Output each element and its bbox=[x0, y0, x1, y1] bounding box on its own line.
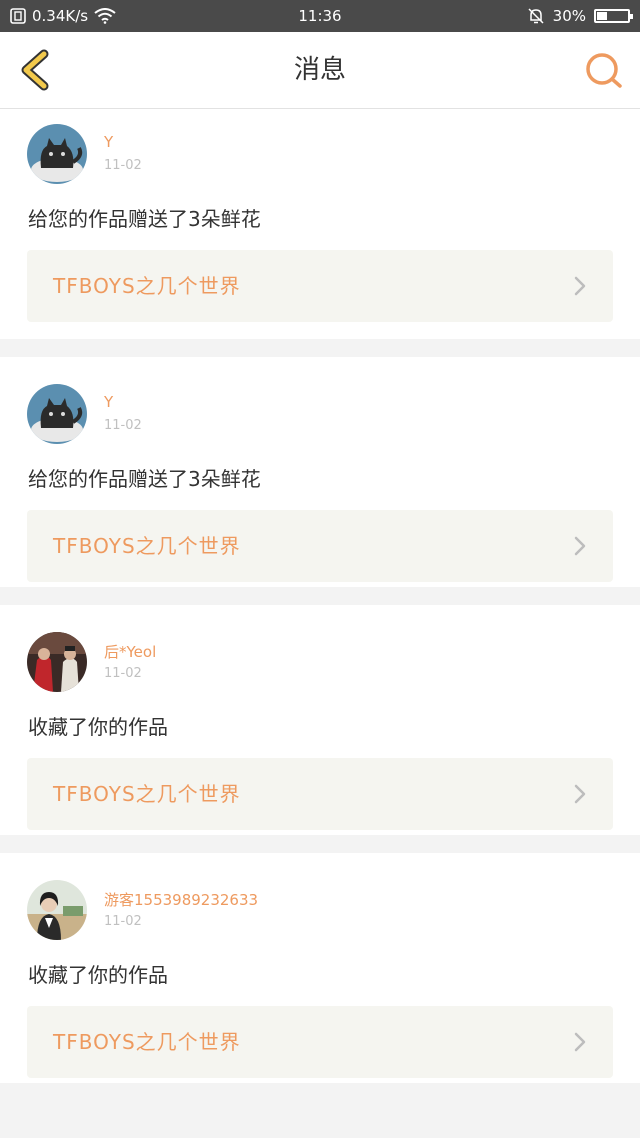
username[interactable]: Y bbox=[104, 133, 113, 151]
message-date: 11-02 bbox=[104, 914, 142, 929]
chevron-right-icon bbox=[574, 276, 586, 296]
username[interactable]: 后*Yeol bbox=[104, 641, 156, 662]
chevron-right-icon bbox=[574, 1032, 586, 1052]
username[interactable]: 游客1553989232633 bbox=[104, 889, 258, 910]
message-text: 收藏了你的作品 bbox=[28, 715, 168, 739]
search-button[interactable] bbox=[582, 48, 626, 92]
message-list[interactable]: Y 11-02 给您的作品赠送了3朵鲜花 TFBOYS之几个世界 Y 11-02… bbox=[0, 109, 640, 1101]
avatar[interactable] bbox=[27, 632, 87, 692]
chevron-right-icon bbox=[574, 784, 586, 804]
work-link[interactable]: TFBOYS之几个世界 bbox=[27, 510, 613, 582]
username[interactable]: Y bbox=[104, 393, 113, 411]
battery-percent: 30% bbox=[552, 7, 586, 25]
message-card: 后*Yeol 11-02 收藏了你的作品 TFBOYS之几个世界 bbox=[0, 605, 640, 835]
message-card: Y 11-02 给您的作品赠送了3朵鲜花 TFBOYS之几个世界 bbox=[0, 109, 640, 339]
work-link[interactable]: TFBOYS之几个世界 bbox=[27, 758, 613, 830]
message-date: 11-02 bbox=[104, 666, 142, 681]
work-title: TFBOYS之几个世界 bbox=[53, 1030, 241, 1054]
message-card: 游客1553989232633 11-02 收藏了你的作品 TFBOYS之几个世… bbox=[0, 853, 640, 1083]
page-title: 消息 bbox=[293, 55, 346, 85]
message-card: Y 11-02 给您的作品赠送了3朵鲜花 TFBOYS之几个世界 bbox=[0, 357, 640, 587]
status-right: 30% bbox=[527, 0, 633, 32]
message-date: 11-02 bbox=[104, 158, 142, 173]
message-text: 给您的作品赠送了3朵鲜花 bbox=[28, 207, 261, 231]
avatar[interactable] bbox=[27, 880, 87, 940]
work-link[interactable]: TFBOYS之几个世界 bbox=[27, 250, 613, 322]
silent-bell-icon bbox=[528, 8, 544, 24]
avatar[interactable] bbox=[27, 384, 87, 444]
avatar[interactable] bbox=[27, 124, 87, 184]
header: 消息 bbox=[0, 32, 640, 109]
message-date: 11-02 bbox=[104, 418, 142, 433]
message-text: 给您的作品赠送了3朵鲜花 bbox=[28, 467, 261, 491]
battery-icon bbox=[594, 9, 633, 23]
work-title: TFBOYS之几个世界 bbox=[53, 782, 241, 806]
work-title: TFBOYS之几个世界 bbox=[53, 274, 241, 298]
work-link[interactable]: TFBOYS之几个世界 bbox=[27, 1006, 613, 1078]
work-title: TFBOYS之几个世界 bbox=[53, 534, 241, 558]
status-bar: 0.34K/s 11:36 30% bbox=[0, 0, 640, 32]
message-text: 收藏了你的作品 bbox=[28, 963, 168, 987]
chevron-right-icon bbox=[574, 536, 586, 556]
